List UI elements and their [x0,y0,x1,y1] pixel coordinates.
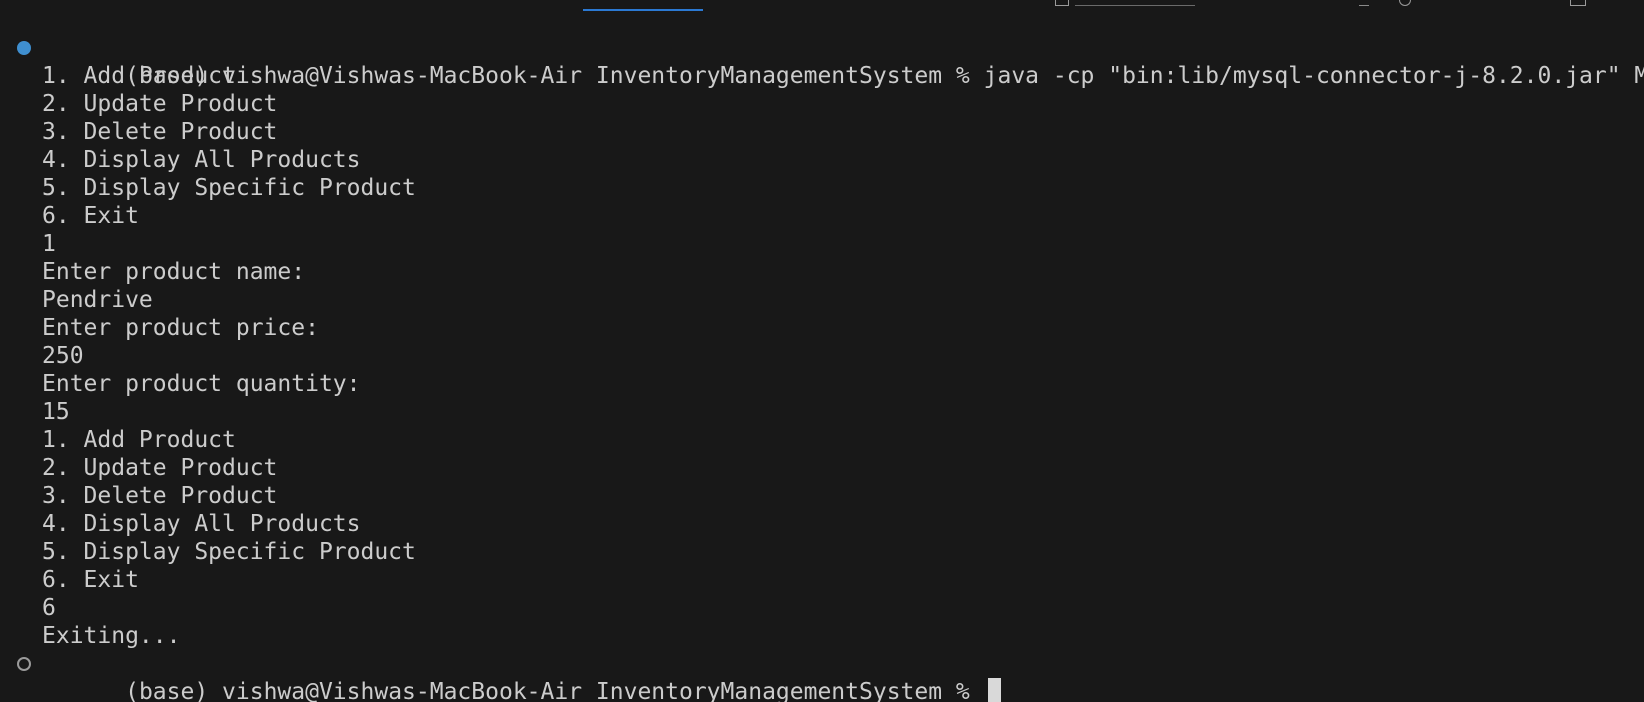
terminal-line: 4. Display All Products [0,510,1644,538]
terminal-line: 6 [0,594,1644,622]
terminal-line: 250 [0,342,1644,370]
active-tab-indicator[interactable] [583,9,703,11]
more-actions-icon[interactable] [1359,0,1369,6]
terminal-line: Exiting... [0,622,1644,650]
command-pending-icon [17,657,31,671]
terminal-line-text: 2. Update Product [42,455,278,481]
terminal-line: 15 [0,398,1644,426]
terminal-line: Enter product price: [0,314,1644,342]
terminal-line-text: 6 [42,595,56,621]
terminal-line: 1. Add Product [0,62,1644,90]
terminal-line-text: 5. Display Specific Product [42,539,416,565]
terminal-line: 2. Update Product [0,90,1644,118]
terminal-line: Enter product name: [0,258,1644,286]
terminal-cursor[interactable] [987,678,1001,702]
terminal-line: 1 [0,230,1644,258]
toolbar-divider [1075,0,1195,6]
terminal-line-text: Exiting... [42,623,181,649]
terminal-line: 4. Display All Products [0,146,1644,174]
terminal-line: 3. Delete Product [0,118,1644,146]
editor-tab-strip [0,0,1644,12]
terminal-line: 3. Delete Product [0,482,1644,510]
terminal-line-text: 250 [42,343,84,369]
terminal-line-text: 5. Display Specific Product [42,175,416,201]
terminal-line-text: 1 [42,231,56,257]
layout-icon[interactable] [1570,0,1586,6]
terminal-line: Enter product quantity: [0,370,1644,398]
terminal-line: 1. Add Product [0,426,1644,454]
terminal-output[interactable]: (base) vishwa@Vishwas-MacBook-Air Invent… [0,34,1644,702]
terminal-prompt-line[interactable]: (base) vishwa@Vishwas-MacBook-Air Invent… [0,650,1644,702]
terminal-line: 5. Display Specific Product [0,538,1644,566]
terminal-line-text: 1. Add Product [42,63,236,89]
terminal-line: 6. Exit [0,566,1644,594]
split-editor-icon[interactable] [1055,0,1069,6]
terminal-line: 2. Update Product [0,454,1644,482]
terminal-line: 6. Exit [0,202,1644,230]
command-done-icon[interactable] [17,41,31,55]
terminal-line-text: 3. Delete Product [42,119,278,145]
terminal-line: Pendrive [0,286,1644,314]
terminal-line: 5. Display Specific Product [0,174,1644,202]
terminal-line-text: 6. Exit [42,567,139,593]
terminal-line-text: 2. Update Product [42,91,278,117]
terminal-line-text: 4. Display All Products [42,147,361,173]
terminal-prompt-text: (base) vishwa@Vishwas-MacBook-Air Invent… [125,679,984,702]
terminal-line-text: 4. Display All Products [42,511,361,537]
terminal-line-text: Enter product price: [42,315,319,341]
terminal-line-text: 1. Add Product [42,427,236,453]
terminal-line-command: (base) vishwa@Vishwas-MacBook-Air Invent… [0,34,1644,89]
terminal-line-text: 6. Exit [42,203,139,229]
terminal-line-text: Enter product name: [42,259,306,285]
terminal-window: (base) vishwa@Vishwas-MacBook-Air Invent… [0,0,1644,702]
terminal-line-text: Enter product quantity: [42,371,361,397]
terminal-line-text: 15 [42,399,70,425]
gear-icon[interactable] [1399,0,1411,6]
terminal-line-text: 3. Delete Product [42,483,278,509]
terminal-line-text: Pendrive [42,287,153,313]
